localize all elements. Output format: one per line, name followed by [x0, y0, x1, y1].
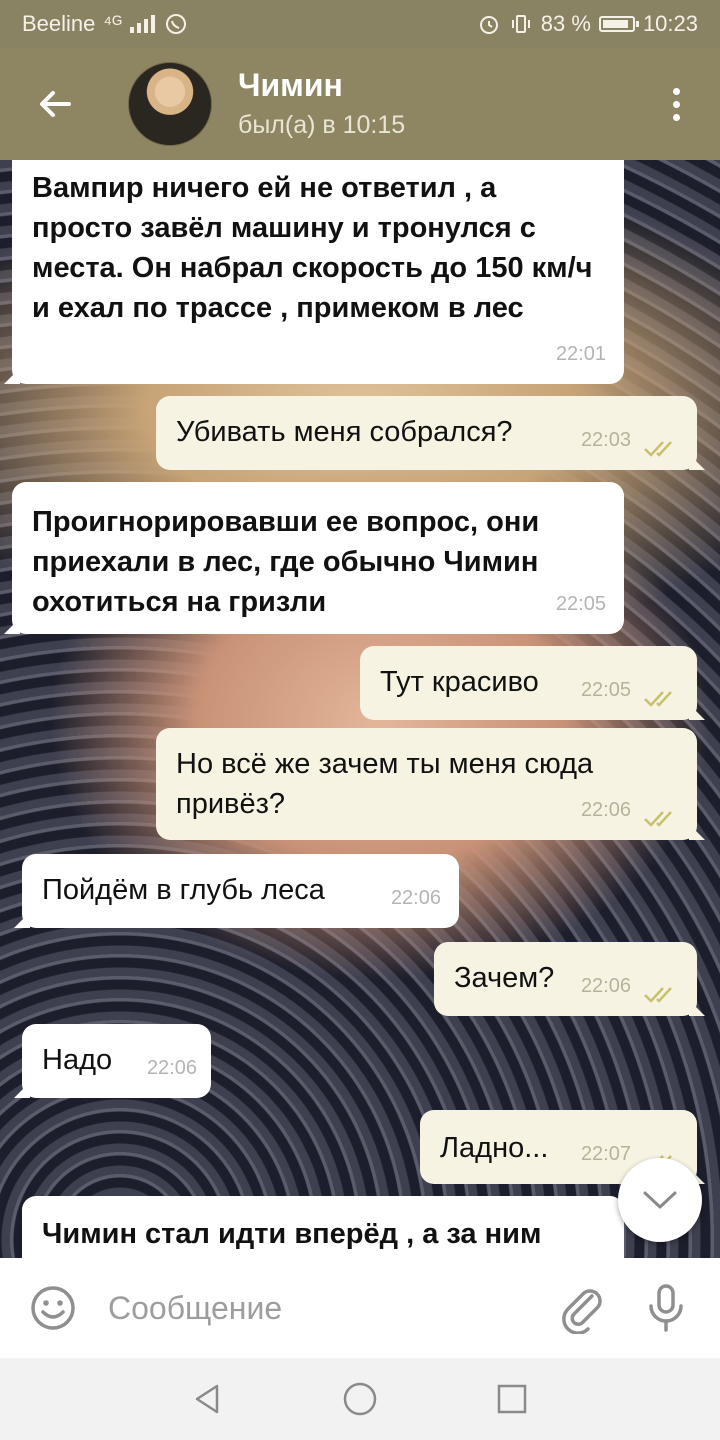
- network-signal-icon: ⁴ᴳ: [103, 12, 122, 35]
- arrow-back-icon: [40, 91, 71, 117]
- chat-area[interactable]: Вампир ничего ей не ответил , а просто з…: [0, 160, 720, 1258]
- nav-back-button[interactable]: [186, 1377, 230, 1421]
- double-check-icon: [644, 811, 672, 827]
- status-right: 83 % 10:23: [477, 11, 698, 37]
- message-incoming[interactable]: Вампир ничего ей не ответил , а просто з…: [12, 160, 624, 384]
- message-time: 22:06: [146, 1057, 197, 1079]
- message-text: Вампир ничего ей не ответил , а просто з…: [32, 172, 593, 324]
- message-incoming[interactable]: Чимин стал идти вперёд , а за ним: [22, 1196, 624, 1258]
- message-outgoing[interactable]: Но всё же зачем ты меня сюда привёз? 22:…: [156, 728, 697, 840]
- last-seen-status: был(а) в 10:15: [238, 111, 406, 139]
- message-outgoing[interactable]: Зачем? 22:06: [434, 942, 697, 1016]
- back-button[interactable]: [0, 48, 110, 160]
- avatar[interactable]: [128, 62, 212, 146]
- emoji-icon: [31, 1286, 75, 1330]
- message-time: 22:06: [580, 975, 631, 997]
- message-text: Ладно...: [440, 1132, 549, 1164]
- status-left: Beeline ⁴ᴳ: [22, 11, 188, 37]
- message-text: Но всё же зачем ты меня сюда привёз?: [176, 748, 594, 820]
- status-bar: Beeline ⁴ᴳ 83 % 10:23: [0, 0, 720, 48]
- nav-back-icon: [195, 1384, 219, 1414]
- system-nav-bar: [0, 1358, 720, 1440]
- message-time: 22:01: [555, 343, 606, 365]
- message-time: 22:06: [580, 799, 631, 821]
- message-incoming[interactable]: Надо 22:06: [22, 1024, 211, 1098]
- message-incoming[interactable]: Пойдём в глубь леса 22:06: [22, 854, 459, 928]
- carrier-label: Beeline: [22, 11, 96, 36]
- more-menu-button[interactable]: [656, 84, 696, 124]
- message-input[interactable]: [106, 1288, 530, 1328]
- nav-recents-button[interactable]: [490, 1377, 534, 1421]
- message-outgoing[interactable]: Тут красиво 22:05: [360, 646, 697, 720]
- battery-percent: 83 %: [540, 11, 591, 36]
- more-vert-icon: [672, 87, 680, 95]
- message-time: 22:07: [580, 1143, 631, 1165]
- clock: 10:23: [642, 11, 698, 36]
- double-check-icon: [644, 441, 672, 457]
- chat-header: Чимин был(а) в 10:15: [0, 48, 720, 160]
- whatsapp-icon: [165, 14, 186, 34]
- message-time: 22:03: [580, 429, 631, 451]
- double-check-icon: [644, 987, 672, 1003]
- message-text: Проигнорировавши ее вопрос, они приехали…: [32, 506, 540, 618]
- microphone-icon: [649, 1284, 683, 1332]
- message-text: Убивать меня собрался?: [176, 416, 513, 448]
- attach-button[interactable]: [556, 1282, 608, 1335]
- nav-home-icon: [343, 1382, 377, 1416]
- message-text: Надо: [42, 1044, 113, 1076]
- message-text: Тут красиво: [380, 666, 539, 698]
- contact-name: Чимин: [238, 67, 343, 103]
- battery-icon: [598, 16, 639, 32]
- message-time: 22:05: [555, 593, 606, 615]
- double-check-icon: [644, 691, 672, 707]
- nav-home-button[interactable]: [338, 1377, 382, 1421]
- message-composer: [0, 1258, 720, 1358]
- message-text: Чимин стал идти вперёд , а за ним: [42, 1218, 542, 1250]
- nav-recents-icon: [497, 1384, 527, 1414]
- paperclip-icon: [562, 1289, 602, 1335]
- signal-bars-icon: [129, 15, 155, 33]
- voice-record-button[interactable]: [640, 1282, 692, 1334]
- message-incoming[interactable]: Проигнорировавши ее вопрос, они приехали…: [12, 482, 624, 634]
- message-text: Зачем?: [454, 962, 555, 994]
- message-outgoing[interactable]: Убивать меня собрался? 22:03: [156, 396, 697, 470]
- message-text: Пойдём в глубь леса: [42, 874, 325, 906]
- alarm-icon: [479, 16, 498, 34]
- emoji-button[interactable]: [0, 1258, 106, 1358]
- message-time: 22:06: [390, 887, 441, 909]
- chevron-down-icon: [643, 1191, 677, 1209]
- scroll-to-bottom-button[interactable]: [618, 1158, 702, 1242]
- vibrate-icon: [511, 15, 530, 33]
- message-time: 22:05: [580, 679, 631, 701]
- chat-title[interactable]: Чимин был(а) в 10:15: [238, 66, 405, 142]
